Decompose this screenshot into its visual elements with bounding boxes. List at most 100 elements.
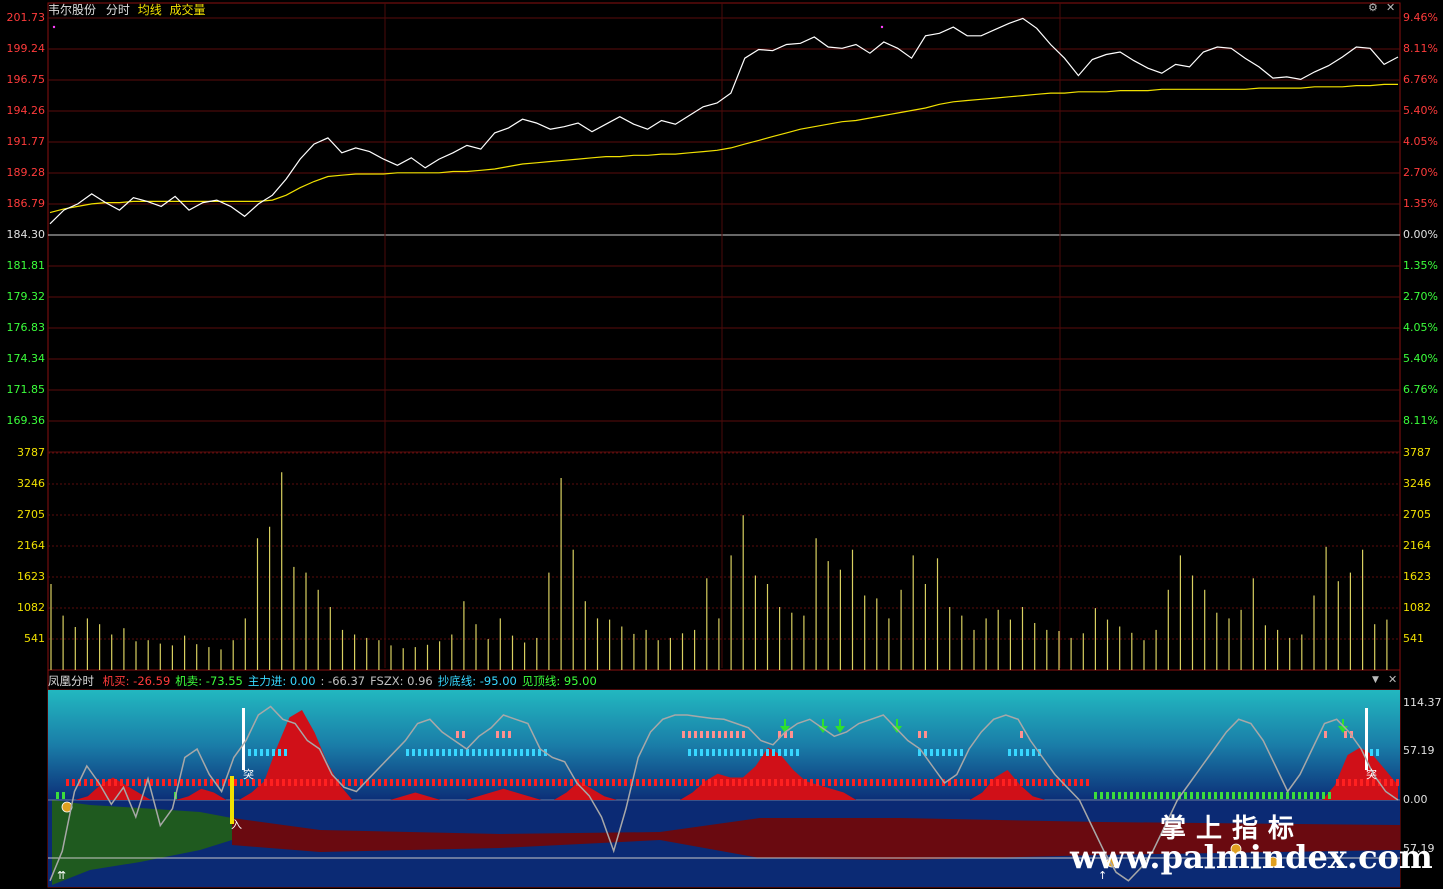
close-icon[interactable]: ✕ (1386, 1, 1395, 14)
red-signal-strip (570, 779, 573, 786)
pink-signal-strip (712, 731, 715, 738)
cyan-signal-strip (796, 749, 799, 756)
red-signal-strip (1032, 779, 1035, 786)
red-signal-strip (312, 779, 315, 786)
red-signal-strip (114, 779, 117, 786)
red-signal-strip (702, 779, 705, 786)
red-signal-strip (660, 779, 663, 786)
red-signal-strip (396, 779, 399, 786)
red-signal-strip (414, 779, 417, 786)
red-signal-strip (870, 779, 873, 786)
green-signal-strip (1220, 792, 1223, 799)
intraday-chart[interactable] (0, 0, 1443, 889)
cyan-signal-strip (1376, 749, 1379, 756)
green-signal-strip (62, 792, 65, 799)
red-signal-strip (1038, 779, 1041, 786)
price-axis-label: 171.85 (6, 383, 46, 396)
red-signal-strip (492, 779, 495, 786)
red-signal-strip (318, 779, 321, 786)
mode-label[interactable]: 分时 (106, 3, 130, 17)
red-signal-strip (1074, 779, 1077, 786)
pct-axis-label: 1.35% (1403, 259, 1438, 272)
cyan-signal-strip (772, 749, 775, 756)
red-signal-strip (756, 779, 759, 786)
cyan-signal-strip (478, 749, 481, 756)
red-signal-strip (1050, 779, 1053, 786)
red-signal-strip (618, 779, 621, 786)
price-axis-label: 189.28 (6, 166, 46, 179)
red-signal-strip (768, 779, 771, 786)
cyan-signal-strip (784, 749, 787, 756)
red-signal-strip (1336, 779, 1339, 786)
red-signal-strip (798, 779, 801, 786)
pct-axis-label: 5.40% (1403, 352, 1438, 365)
pink-signal-strip (1020, 731, 1023, 738)
cyan-signal-strip (930, 749, 933, 756)
breakout-bar (242, 708, 245, 770)
pink-signal-strip (924, 731, 927, 738)
indicator-close-icon[interactable]: ✕ (1388, 673, 1397, 686)
red-signal-strip (534, 779, 537, 786)
cyan-signal-strip (942, 749, 945, 756)
red-signal-strip (294, 779, 297, 786)
cyan-signal-strip (418, 749, 421, 756)
red-signal-strip (972, 779, 975, 786)
red-signal-strip (1384, 779, 1387, 786)
pct-axis-label: 6.76% (1403, 383, 1438, 396)
cyan-signal-strip (1032, 749, 1035, 756)
red-signal-strip (714, 779, 717, 786)
volume-axis-label: 541 (24, 632, 45, 645)
pct-axis-label: 8.11% (1403, 42, 1438, 55)
red-signal-strip (486, 779, 489, 786)
green-signal-strip (1310, 792, 1313, 799)
cyan-signal-strip (514, 749, 517, 756)
red-signal-strip (1390, 779, 1393, 786)
red-signal-strip (792, 779, 795, 786)
red-signal-strip (606, 779, 609, 786)
indicator-name[interactable]: 凤凰分时 (48, 674, 94, 688)
red-signal-strip (282, 779, 285, 786)
cyan-signal-strip (266, 749, 269, 756)
red-signal-strip (888, 779, 891, 786)
avg-line-label[interactable]: 均线 (138, 3, 162, 17)
volume-label[interactable]: 成交量 (170, 3, 206, 17)
pink-signal-strip (718, 731, 721, 738)
red-signal-strip (804, 779, 807, 786)
red-signal-strip (822, 779, 825, 786)
red-signal-strip (642, 779, 645, 786)
cyan-signal-strip (532, 749, 535, 756)
red-signal-strip (684, 779, 687, 786)
marker-dot (880, 25, 884, 29)
volume-axis-label: 541 (1403, 632, 1424, 645)
dropdown-icon[interactable]: ▼ (1372, 675, 1379, 685)
red-signal-strip (432, 779, 435, 786)
red-signal-strip (264, 779, 267, 786)
pink-signal-strip (688, 731, 691, 738)
red-signal-strip (510, 779, 513, 786)
green-signal-strip (1268, 792, 1271, 799)
red-signal-strip (288, 779, 291, 786)
indicator-axis-label: 57.19 (1403, 744, 1435, 757)
red-signal-strip (810, 779, 813, 786)
red-signal-strip (150, 779, 153, 786)
red-signal-strip (324, 779, 327, 786)
green-signal-strip (1238, 792, 1241, 799)
red-signal-strip (1014, 779, 1017, 786)
cyan-signal-strip (694, 749, 697, 756)
red-signal-strip (564, 779, 567, 786)
red-signal-strip (540, 779, 543, 786)
green-signal-strip (1274, 792, 1277, 799)
red-signal-strip (402, 779, 405, 786)
red-signal-strip (516, 779, 519, 786)
red-signal-strip (648, 779, 651, 786)
cyan-signal-strip (754, 749, 757, 756)
red-signal-strip (234, 779, 237, 786)
volume-axis-label: 3787 (17, 446, 45, 459)
red-signal-strip (636, 779, 639, 786)
stock-name: 韦尔股份 (48, 3, 97, 17)
red-signal-strip (438, 779, 441, 786)
red-signal-strip (258, 779, 261, 786)
green-signal-strip (1316, 792, 1319, 799)
cyan-signal-strip (1026, 749, 1029, 756)
settings-icon[interactable]: ⚙ (1368, 1, 1378, 14)
